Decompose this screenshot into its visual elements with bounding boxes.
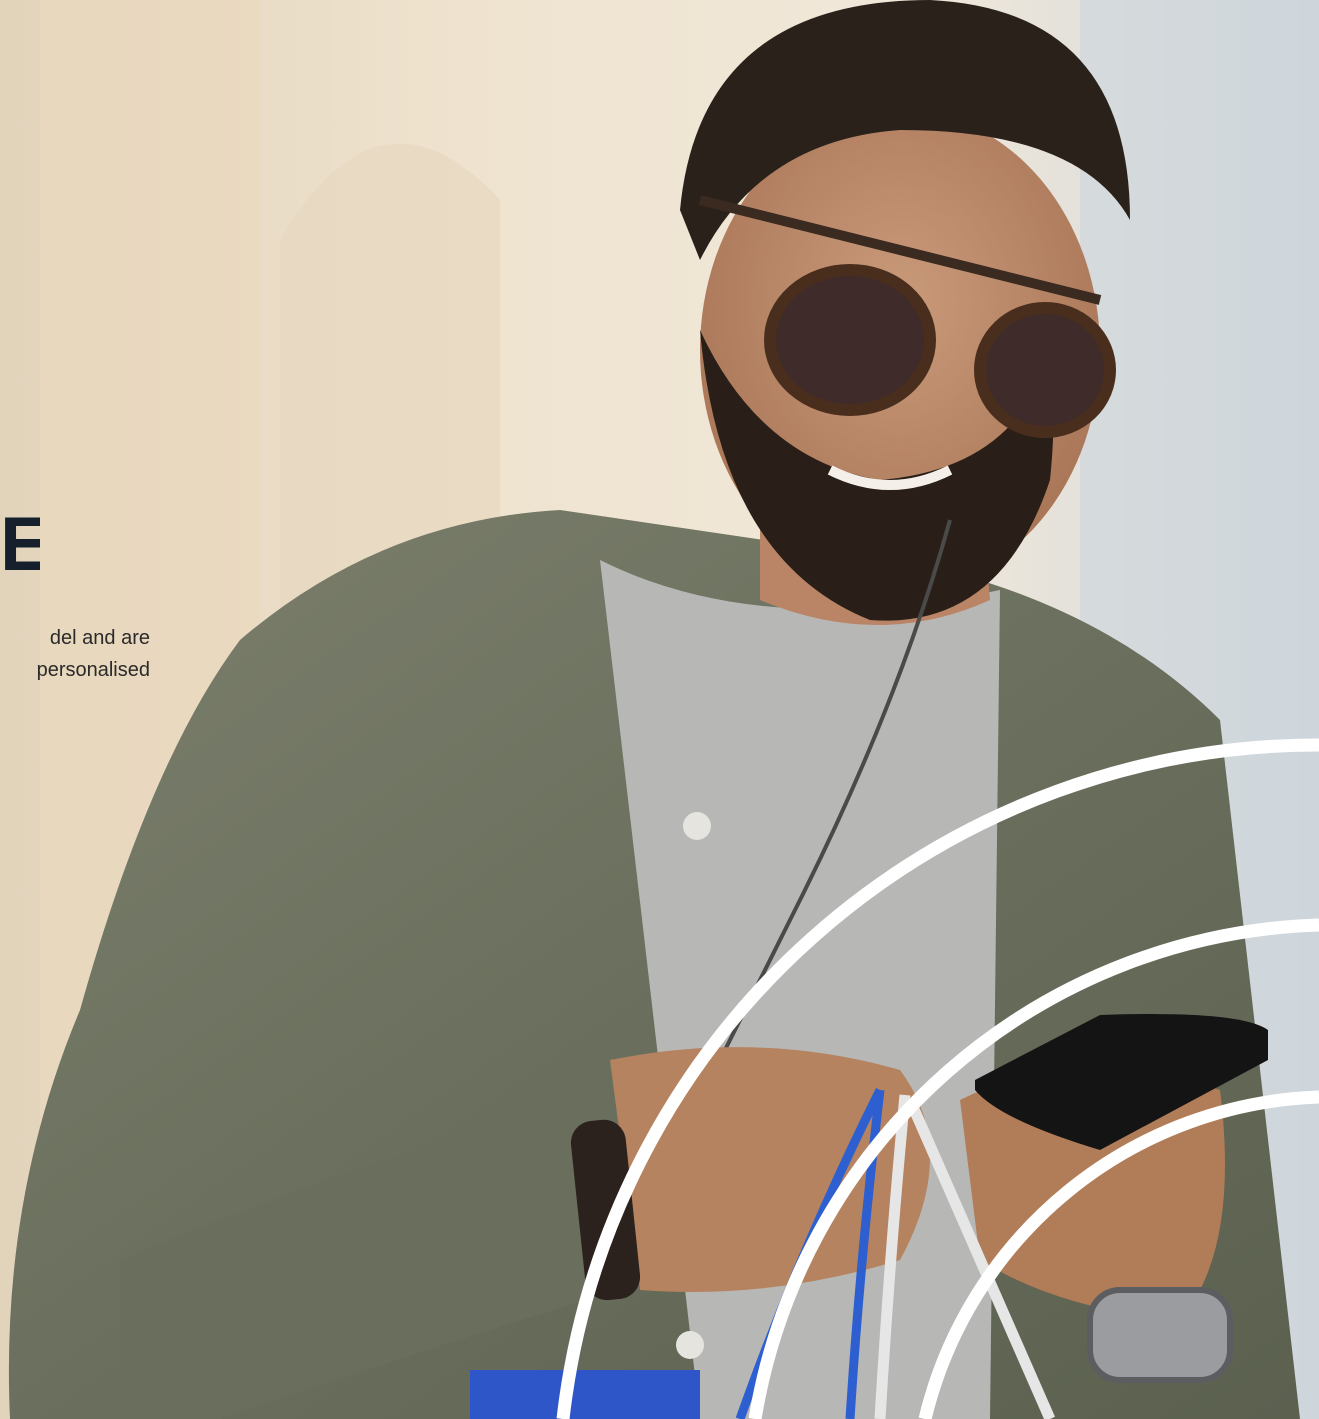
sunglasses-left-lens: [764, 264, 936, 416]
hero-heading-fragment: E.: [0, 502, 40, 587]
hero-body-fragment: del and are personalised: [0, 622, 150, 686]
shopping-bag: [470, 1370, 700, 1419]
wristwatch: [1087, 1287, 1233, 1383]
hero-photo: [0, 0, 1319, 1419]
shirt-button: [676, 1331, 704, 1359]
shirt-button: [683, 812, 711, 840]
sunglasses-right-lens: [974, 302, 1116, 438]
hero-section: E. del and are personalised: [0, 0, 1319, 1419]
hero-body-line: del and are: [49, 627, 150, 649]
left-hand: [610, 1047, 930, 1292]
hero-body-line: personalised: [36, 659, 150, 681]
